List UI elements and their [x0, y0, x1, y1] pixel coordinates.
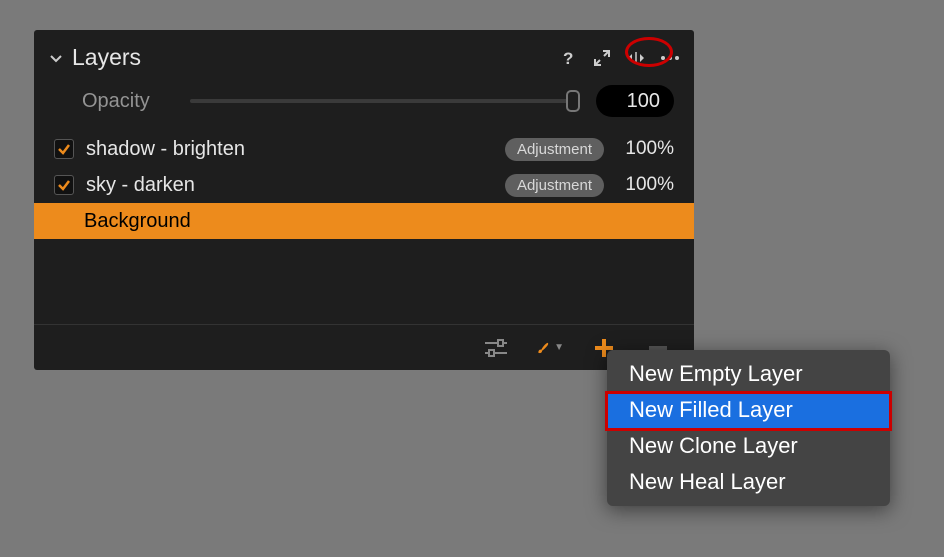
panel-header: Layers ?: [34, 40, 694, 79]
collapse-icon[interactable]: [48, 50, 64, 66]
layer-name: Background: [54, 210, 674, 233]
layer-type-badge: Adjustment: [505, 174, 604, 197]
layer-type-badge: Adjustment: [505, 138, 604, 161]
opacity-value-field[interactable]: 100: [596, 85, 674, 117]
panel-title: Layers: [72, 44, 558, 71]
adjustments-icon[interactable]: [482, 334, 510, 362]
copy-options-icon[interactable]: [626, 48, 646, 68]
layer-visibility-checkbox[interactable]: [54, 139, 74, 159]
menu-item[interactable]: New Heal Layer: [607, 464, 890, 500]
opacity-slider[interactable]: [190, 99, 578, 103]
layer-row[interactable]: shadow - brighten Adjustment 100%: [34, 131, 694, 167]
opacity-row: Opacity 100: [34, 79, 694, 127]
layer-row[interactable]: sky - darken Adjustment 100%: [34, 167, 694, 203]
brush-tool-icon[interactable]: ▼: [536, 334, 564, 362]
layer-name: shadow - brighten: [84, 138, 495, 161]
opacity-label: Opacity: [82, 90, 172, 113]
slider-thumb[interactable]: [566, 90, 580, 112]
layer-name: sky - darken: [84, 174, 495, 197]
add-layer-menu: New Empty LayerNew Filled LayerNew Clone…: [607, 350, 890, 506]
layer-opacity-value: 100%: [614, 138, 674, 160]
menu-item[interactable]: New Filled Layer: [607, 392, 890, 428]
layer-opacity-value: 100%: [614, 174, 674, 196]
help-icon[interactable]: ?: [558, 48, 578, 68]
more-options-icon[interactable]: [660, 48, 680, 68]
expand-icon[interactable]: [592, 48, 612, 68]
layers-panel: Layers ? Opacity 100 shadow - brighten Ad…: [34, 30, 694, 370]
layer-row[interactable]: Background: [34, 203, 694, 239]
layer-list: shadow - brightenAdjustment100%sky - dar…: [34, 127, 694, 239]
menu-item[interactable]: New Clone Layer: [607, 428, 890, 464]
layer-visibility-checkbox[interactable]: [54, 175, 74, 195]
menu-item[interactable]: New Empty Layer: [607, 356, 890, 392]
svg-text:?: ?: [563, 49, 573, 67]
chevron-down-icon: ▼: [554, 342, 564, 353]
header-icons: ?: [558, 48, 680, 68]
panel-footer: ▼: [34, 324, 694, 370]
